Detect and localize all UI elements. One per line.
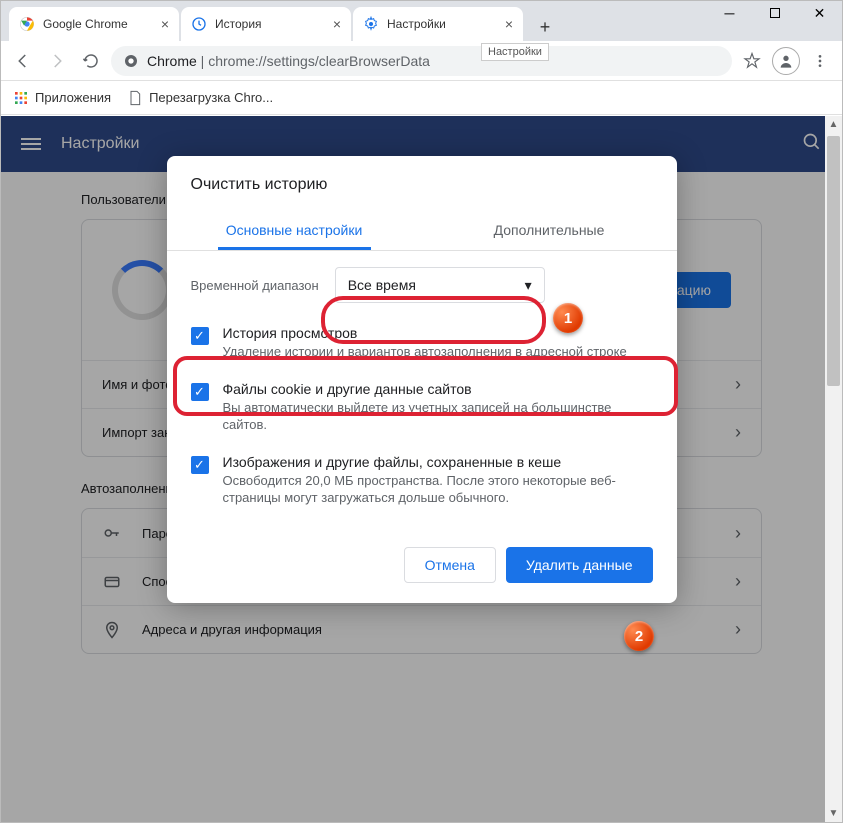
close-icon[interactable]: × [153,16,169,32]
bookmark-apps[interactable]: Приложения [13,90,111,106]
opt-desc: Освободится 20,0 МБ пространства. После … [223,472,653,507]
reload-button[interactable] [77,47,105,75]
tab-settings[interactable]: Настройки × [353,7,523,41]
opt-desc: Вы автоматически выйдете из учетных запи… [223,399,653,434]
checkbox-checked[interactable]: ✓ [191,327,209,345]
menu-button[interactable] [806,47,834,75]
page-icon [127,90,143,106]
tab-label: Google Chrome [43,17,128,31]
opt-title: Изображения и другие файлы, сохраненные … [223,454,653,470]
maximize-button[interactable] [752,1,797,25]
tab-basic[interactable]: Основные настройки [167,210,422,250]
close-icon[interactable]: × [497,16,513,32]
gear-icon [363,16,379,32]
bookmark-label: Перезагрузка Chro... [149,90,273,105]
annotation-badge-2: 2 [624,621,654,651]
dialog-tabs: Основные настройки Дополнительные [167,210,677,251]
tab-google-chrome[interactable]: Google Chrome × [9,7,179,41]
annotation-badge-1: 1 [553,303,583,333]
scroll-down-icon[interactable]: ▼ [825,805,842,822]
url-path: chrome://settings/clearBrowserData [208,53,430,69]
range-value: Все время [348,277,416,293]
close-icon[interactable]: × [325,16,341,32]
url-host: Chrome [147,53,197,69]
address-bar[interactable]: Chrome | chrome://settings/clearBrowserD… [111,46,732,76]
range-label: Временной диапазон [191,278,319,293]
option-browsing-history[interactable]: ✓ История просмотров Удаление истории и … [191,315,653,371]
clear-history-dialog: Очистить историю Основные настройки Допо… [167,156,677,603]
close-button[interactable]: ✕ [797,1,842,25]
chrome-page-icon [123,53,139,69]
tab-label: История [215,17,262,31]
bookmark-item[interactable]: Перезагрузка Chro... [127,90,273,106]
back-button[interactable] [9,47,37,75]
opt-title: Файлы cookie и другие данные сайтов [223,381,653,397]
option-cookies[interactable]: ✓ Файлы cookie и другие данные сайтов Вы… [191,371,653,444]
delete-data-button[interactable]: Удалить данные [506,547,653,583]
browser-toolbar: Chrome | chrome://settings/clearBrowserD… [1,41,842,81]
tooltip: Настройки [481,43,549,61]
bookmarks-bar: Приложения Перезагрузка Chro... [1,81,842,115]
chevron-down-icon: ▾ [525,277,532,294]
checkbox-checked[interactable]: ✓ [191,383,209,401]
chrome-icon [19,16,35,32]
page-content: Настройки Пользователи Интеллектуальные … [1,116,842,822]
window-controls: ─ ✕ [707,1,842,25]
tab-history[interactable]: История × [181,7,351,41]
forward-button[interactable] [43,47,71,75]
tab-label: Настройки [387,17,446,31]
profile-button[interactable] [772,47,800,75]
bookmark-star-button[interactable] [738,47,766,75]
cancel-button[interactable]: Отмена [404,547,496,583]
time-range-select[interactable]: Все время ▾ [335,267,545,303]
checkbox-checked[interactable]: ✓ [191,456,209,474]
bookmark-label: Приложения [35,90,111,105]
dialog-title: Очистить историю [167,156,677,210]
scroll-up-icon[interactable]: ▲ [825,116,842,133]
new-tab-button[interactable]: + [531,13,559,41]
apps-icon [13,90,29,106]
history-icon [191,16,207,32]
scrollbar-thumb[interactable] [827,136,840,386]
option-cached-images[interactable]: ✓ Изображения и другие файлы, сохраненны… [191,444,653,517]
minimize-button[interactable]: ─ [707,1,752,25]
tab-advanced[interactable]: Дополнительные [422,210,677,250]
scrollbar-vertical[interactable]: ▲ ▼ [825,116,842,822]
opt-desc: Удаление истории и вариантов автозаполне… [223,343,627,361]
